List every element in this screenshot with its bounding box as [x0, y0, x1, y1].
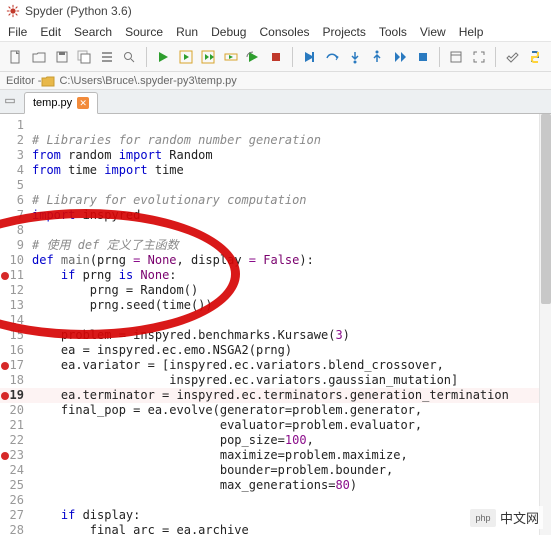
editor-label: Editor - [6, 75, 41, 87]
toolbar-separator [292, 47, 293, 67]
step-into-button[interactable] [344, 46, 365, 68]
stop-debug-button[interactable] [412, 46, 433, 68]
menu-view[interactable]: View [420, 25, 446, 39]
stop-button[interactable] [266, 46, 287, 68]
menu-tools[interactable]: Tools [379, 25, 407, 39]
scrollbar-thumb[interactable] [541, 114, 551, 304]
watermark: php 中文网 [466, 506, 543, 529]
menu-help[interactable]: Help [459, 25, 484, 39]
debug-button[interactable] [299, 46, 320, 68]
tab-strip: temp.py ✕ [0, 90, 551, 114]
main-toolbar [0, 42, 551, 72]
menu-edit[interactable]: Edit [40, 25, 61, 39]
toolbar-separator [439, 47, 440, 67]
file-tab-temp-py[interactable]: temp.py ✕ [24, 92, 98, 114]
run-cell-advance-button[interactable] [198, 46, 219, 68]
title-bar: Spyder (Python 3.6) [0, 0, 551, 22]
new-file-button[interactable] [6, 46, 27, 68]
save-button[interactable] [51, 46, 72, 68]
run-button[interactable] [153, 46, 174, 68]
menu-search[interactable]: Search [74, 25, 112, 39]
open-file-button[interactable] [29, 46, 50, 68]
code-editor[interactable]: 1 2 3 4 5 6 7 8 9 10 11 12 13 14 15 16 1… [0, 114, 551, 535]
tab-name: temp.py [33, 97, 72, 109]
editor-path-bar: Editor - C:\Users\Bruce\.spyder-py3\temp… [0, 72, 551, 90]
watermark-text: 中文网 [500, 508, 539, 527]
rerun-button[interactable] [243, 46, 264, 68]
save-all-button[interactable] [74, 46, 95, 68]
maximize-pane-button[interactable] [446, 46, 467, 68]
menu-run[interactable]: Run [176, 25, 198, 39]
menu-projects[interactable]: Projects [323, 25, 366, 39]
menu-file[interactable]: File [8, 25, 27, 39]
menu-consoles[interactable]: Consoles [259, 25, 309, 39]
fullscreen-button[interactable] [468, 46, 489, 68]
window-title: Spyder (Python 3.6) [25, 4, 132, 18]
line-number-gutter: 1 2 3 4 5 6 7 8 9 10 11 12 13 14 15 16 1… [0, 114, 30, 535]
step-out-button[interactable] [367, 46, 388, 68]
code-content[interactable]: # Libraries for random number generation… [32, 118, 539, 535]
step-over-button[interactable] [322, 46, 343, 68]
toolbar-separator [495, 47, 496, 67]
menu-debug[interactable]: Debug [211, 25, 246, 39]
toolbar-separator [146, 47, 147, 67]
run-selection-button[interactable] [220, 46, 241, 68]
file-path: C:\Users\Bruce\.spyder-py3\temp.py [59, 75, 236, 87]
vertical-scrollbar[interactable] [539, 114, 551, 535]
spyder-logo-icon [6, 4, 20, 18]
find-button[interactable] [119, 46, 140, 68]
continue-button[interactable] [390, 46, 411, 68]
python-path-button[interactable] [525, 46, 546, 68]
preferences-button[interactable] [502, 46, 523, 68]
close-tab-icon[interactable]: ✕ [77, 97, 89, 109]
show-outline-button[interactable] [96, 46, 117, 68]
folder-icon [41, 74, 55, 88]
collapse-tabs-icon[interactable] [4, 95, 18, 109]
menu-source[interactable]: Source [125, 25, 163, 39]
php-logo-icon: php [470, 509, 496, 527]
run-cell-button[interactable] [175, 46, 196, 68]
menu-bar: File Edit Search Source Run Debug Consol… [0, 22, 551, 42]
